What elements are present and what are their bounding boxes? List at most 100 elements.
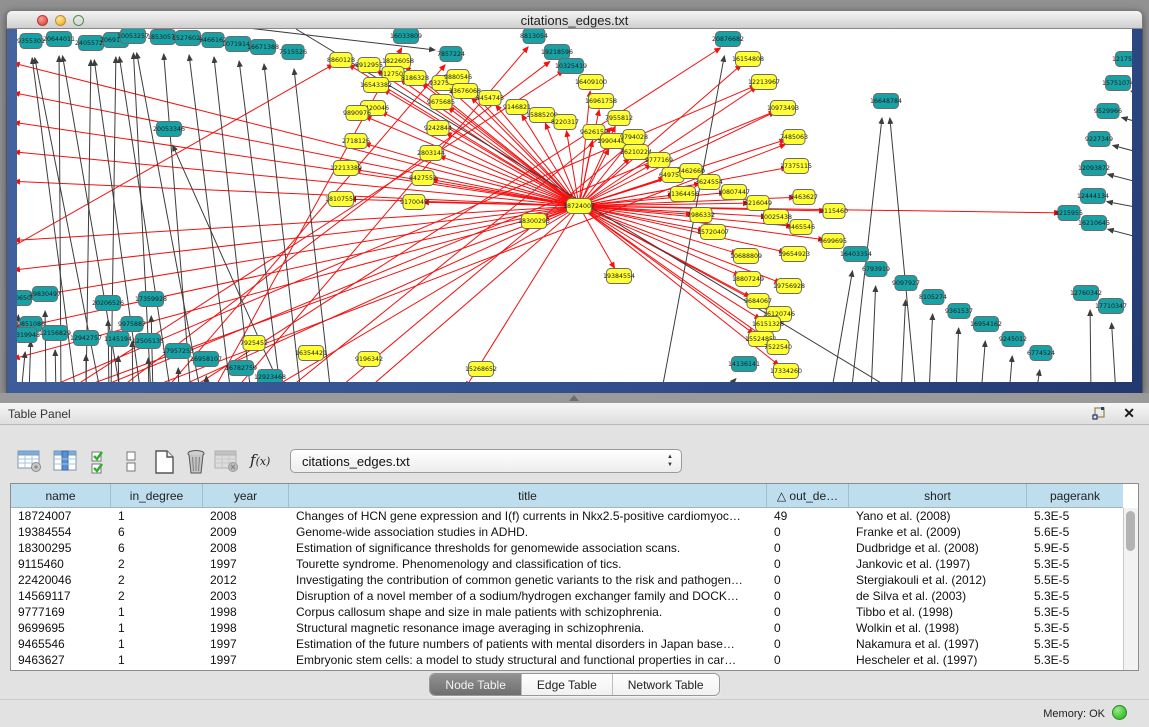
- network-node[interactable]: 2803144: [417, 146, 445, 161]
- network-node[interactable]: 7857224: [437, 47, 465, 62]
- tab-edge-table[interactable]: Edge Table: [522, 674, 613, 695]
- network-node[interactable]: 7522540: [764, 340, 792, 355]
- network-node[interactable]: 21364456: [667, 187, 699, 202]
- network-node[interactable]: 17359928: [135, 292, 167, 307]
- network-node[interactable]: 9699695: [819, 234, 847, 249]
- network-node[interactable]: 9463627: [790, 190, 818, 205]
- network-node[interactable]: 12923468: [254, 370, 286, 383]
- network-node[interactable]: 8215955: [1055, 206, 1083, 221]
- new-table-icon[interactable]: [152, 449, 176, 475]
- network-node[interactable]: 8454743: [476, 91, 504, 106]
- table-row[interactable]: 977716911998Corpus callosum shape and si…: [11, 604, 1123, 620]
- network-node[interactable]: 9355301: [17, 34, 45, 49]
- network-node[interactable]: 9880546: [444, 70, 472, 85]
- network-node[interactable]: 9196342: [355, 352, 383, 367]
- window-titlebar[interactable]: citations_edges.txt: [6, 10, 1143, 29]
- table-row[interactable]: 1456911722003Disruption of a novel membe…: [11, 588, 1123, 604]
- scrollbar-thumb[interactable]: [1126, 511, 1135, 551]
- network-node[interactable]: 9097927: [892, 276, 920, 291]
- network-node[interactable]: 8220317: [551, 115, 579, 130]
- network-node[interactable]: 15720407: [697, 225, 729, 240]
- select-all-icon[interactable]: [90, 449, 110, 475]
- network-node[interactable]: 16648784: [870, 94, 902, 109]
- network-node[interactable]: 17710347: [1095, 299, 1127, 314]
- table-row[interactable]: 946554611997Estimation of the future num…: [11, 636, 1123, 652]
- function-builder-icon[interactable]: f(x): [250, 451, 270, 469]
- table-row[interactable]: 1830029562008Estimation of significance …: [11, 540, 1123, 556]
- column-header-name[interactable]: name: [11, 484, 111, 507]
- network-node[interactable]: 9675685: [427, 95, 455, 110]
- network-node[interactable]: 10688809: [730, 249, 762, 264]
- network-node[interactable]: 10973493: [767, 101, 799, 116]
- table-row[interactable]: 1938455462009Genome-wide association stu…: [11, 524, 1123, 540]
- network-node[interactable]: 16403354: [840, 247, 872, 262]
- network-node[interactable]: 10807447: [718, 185, 750, 200]
- network-node[interactable]: 9245012: [999, 332, 1027, 347]
- network-node[interactable]: 3624554: [695, 175, 723, 190]
- network-node[interactable]: 18807249: [732, 272, 764, 287]
- network-node[interactable]: 19830497: [29, 287, 61, 302]
- network-node[interactable]: 8427552: [409, 171, 437, 186]
- select-columns-icon[interactable]: [53, 449, 79, 473]
- unselect-all-icon[interactable]: [124, 449, 138, 475]
- network-node[interactable]: 16954162: [970, 317, 1002, 332]
- network-node[interactable]: 9975887: [118, 317, 146, 332]
- table-selector-dropdown[interactable]: citations_edges.txt ▲▼: [290, 449, 682, 473]
- network-node[interactable]: 16671388: [247, 40, 279, 55]
- network-node[interactable]: 19756928: [773, 279, 805, 294]
- network-node[interactable]: 9242844: [424, 121, 452, 136]
- column-header-pagerank[interactable]: pagerank: [1027, 484, 1123, 507]
- network-node[interactable]: 9170049: [400, 195, 428, 210]
- network-node[interactable]: 7925452: [240, 336, 268, 351]
- column-header-indegree[interactable]: in_degree: [111, 484, 203, 507]
- network-node[interactable]: 2718126: [342, 134, 370, 149]
- delete-table-icon[interactable]: [184, 449, 208, 475]
- network-node[interactable]: 18107554: [325, 192, 357, 207]
- tab-node-table[interactable]: Node Table: [430, 674, 522, 695]
- network-node[interactable]: 15268652: [465, 362, 497, 377]
- network-node[interactable]: 19218596: [541, 45, 573, 60]
- network-node[interactable]: 10025438: [760, 210, 792, 225]
- table-row[interactable]: 969969511998Structural magnetic resonanc…: [11, 620, 1123, 636]
- network-node[interactable]: 6774524: [1027, 346, 1055, 361]
- network-node[interactable]: 16033809: [390, 29, 422, 44]
- table-row[interactable]: 946362711997Embryonic stem cells: a mode…: [11, 652, 1123, 668]
- network-node[interactable]: 7986332: [687, 208, 715, 223]
- table-header-row[interactable]: namein_degreeyeartitle△ out_de…shortpage…: [11, 484, 1123, 508]
- network-node[interactable]: 9529966: [1094, 104, 1122, 119]
- network-node[interactable]: 20876682: [712, 32, 744, 47]
- network-node[interactable]: 12760342: [1070, 286, 1102, 301]
- column-header-title[interactable]: title: [289, 484, 767, 507]
- network-node[interactable]: 17375115: [780, 159, 812, 174]
- network-node[interactable]: 7485063: [780, 130, 808, 145]
- network-canvas[interactable]: 9355301206440112405572420691406100532571…: [17, 29, 1132, 382]
- network-node[interactable]: 9227349: [1085, 132, 1113, 147]
- column-header-year[interactable]: year: [203, 484, 289, 507]
- network-node[interactable]: 15751074: [1102, 76, 1132, 91]
- network-node[interactable]: 10325419: [555, 59, 587, 74]
- network-node[interactable]: 9794028: [620, 130, 648, 145]
- network-node[interactable]: 9465546: [787, 220, 815, 235]
- network-node[interactable]: 8186328: [401, 71, 429, 86]
- network-node[interactable]: 12213967: [748, 75, 780, 90]
- network-node[interactable]: 16782759: [225, 361, 257, 376]
- network-node[interactable]: 8860128: [327, 53, 355, 68]
- network-node[interactable]: 6216049: [744, 196, 772, 211]
- network-node[interactable]: 9319948: [17, 328, 40, 343]
- network-node[interactable]: 9777169: [645, 153, 673, 168]
- network-node[interactable]: 9684067: [744, 294, 772, 309]
- network-node[interactable]: 16154808: [732, 52, 764, 67]
- network-node[interactable]: 9361537: [945, 304, 973, 319]
- divider-grip-icon[interactable]: [569, 395, 579, 401]
- network-node[interactable]: 6793919: [862, 262, 890, 277]
- network-node[interactable]: 16543382: [360, 78, 392, 93]
- network-node[interactable]: 20206526: [92, 296, 124, 311]
- network-node[interactable]: 12444134: [1077, 189, 1109, 204]
- table-row[interactable]: 911546021997Tourette syndrome. Phenomeno…: [11, 556, 1123, 572]
- network-hub-node[interactable]: 18724007: [563, 199, 595, 214]
- network-node[interactable]: 7955812: [605, 111, 633, 126]
- network-node[interactable]: 12175310: [1112, 52, 1132, 67]
- network-node[interactable]: 20644011: [43, 32, 75, 47]
- close-panel-icon[interactable]: ✕: [1123, 405, 1135, 422]
- network-node[interactable]: 17334260: [770, 364, 802, 379]
